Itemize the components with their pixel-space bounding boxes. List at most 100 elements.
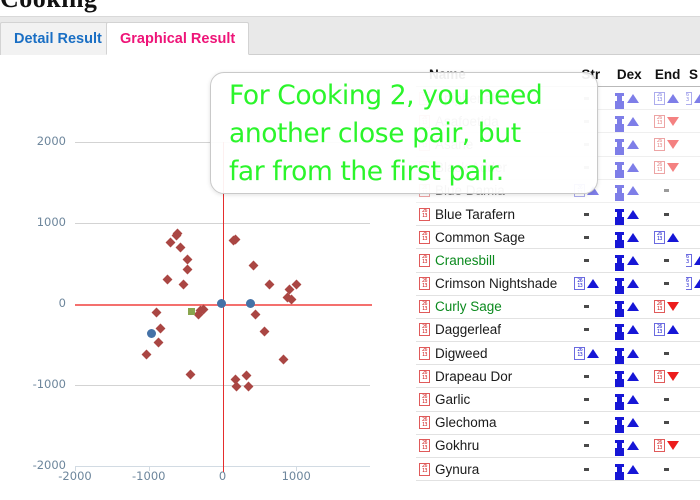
cell-dex[interactable] <box>607 393 647 406</box>
cell-dex[interactable] <box>607 300 647 313</box>
cell-end[interactable] <box>647 467 687 471</box>
cell-name[interactable]: 26 13 Gynura <box>416 462 567 477</box>
cell-extra[interactable]: 2613 <box>686 253 700 267</box>
cell-end[interactable]: 26 13 <box>647 300 687 314</box>
cell-dex[interactable] <box>607 184 647 197</box>
cell-end[interactable] <box>647 189 687 193</box>
cell-end[interactable]: 26 13 <box>647 439 687 453</box>
cell-dex[interactable] <box>607 463 647 476</box>
data-point-herb[interactable] <box>182 265 193 275</box>
cell-dex[interactable] <box>607 115 647 128</box>
cell-str[interactable] <box>567 421 607 425</box>
cell-str[interactable] <box>567 374 607 378</box>
cell-name[interactable]: 26 13 Glechoma <box>416 415 567 430</box>
data-point-herb[interactable] <box>278 354 289 365</box>
table-row[interactable]: 26 13 Blue Tarafern <box>416 203 700 227</box>
cell-str[interactable] <box>567 235 607 239</box>
cell-dex[interactable] <box>607 323 647 336</box>
cell-dex[interactable] <box>607 439 647 452</box>
table-row[interactable]: 26 13 Common Sage 26 13 <box>416 226 700 250</box>
cell-end[interactable]: 26 13 <box>647 114 687 128</box>
column-header-dex[interactable]: Dex <box>610 67 648 82</box>
cell-end[interactable]: 26 13 <box>647 230 687 244</box>
column-header-extra[interactable]: S <box>687 67 700 82</box>
table-row[interactable]: 26 13 Glechoma <box>416 412 700 435</box>
cell-str[interactable]: 2613 <box>567 277 607 291</box>
data-point-herb[interactable] <box>182 254 193 264</box>
table-row[interactable]: 26 13 Garlic <box>416 388 700 412</box>
column-header-end[interactable]: End <box>648 67 686 82</box>
cell-dex[interactable] <box>607 254 647 267</box>
table-row[interactable]: 26 13 Drapeau Dor 26 13 <box>416 365 700 389</box>
cell-dex[interactable] <box>607 92 647 105</box>
data-point-herb[interactable] <box>250 309 261 320</box>
table-row[interactable]: 26 13 Gynura <box>416 458 700 482</box>
cell-name[interactable]: 26 13 Digweed <box>416 346 567 361</box>
cell-end[interactable]: 26 13 <box>647 137 687 151</box>
cell-dex[interactable] <box>607 208 647 221</box>
cell-str[interactable] <box>567 258 607 262</box>
cell-dex[interactable] <box>607 370 647 383</box>
data-point-herb[interactable] <box>259 326 270 337</box>
cell-end[interactable] <box>647 351 687 355</box>
cell-str[interactable] <box>567 212 607 216</box>
data-point-herb[interactable] <box>141 349 152 360</box>
cell-name[interactable]: 26 13 Drapeau Dor <box>416 369 567 384</box>
cell-name[interactable]: 26 13 Blue Tarafern <box>416 207 567 222</box>
cell-dex[interactable] <box>607 138 647 151</box>
cell-end[interactable] <box>647 212 687 216</box>
cell-name[interactable]: 26 13 Curly Sage <box>416 299 567 314</box>
cell-name[interactable]: 26 13 Gokhru <box>416 438 567 453</box>
data-point-herb[interactable] <box>155 323 166 334</box>
data-point-herb[interactable] <box>185 369 196 380</box>
cell-dex[interactable] <box>607 347 647 360</box>
table-row[interactable]: 2613 Cranesbill 2613 <box>416 249 700 273</box>
cell-str[interactable] <box>567 305 607 309</box>
cell-str[interactable] <box>567 398 607 402</box>
cell-str[interactable] <box>567 467 607 471</box>
table-row[interactable]: 2613 Crimson Nightshade 2613 2613 <box>416 273 700 296</box>
data-point-herb[interactable] <box>162 274 173 285</box>
cell-name[interactable]: 26 13 Crimson Nightshade <box>416 276 567 291</box>
cell-str[interactable] <box>567 444 607 448</box>
tab-graphical-result[interactable]: Graphical Result <box>106 22 250 55</box>
cell-name[interactable]: 26 13 Garlic <box>416 392 567 407</box>
data-point-herb[interactable] <box>243 381 254 392</box>
cell-dex[interactable] <box>607 416 647 429</box>
tab-detail-result[interactable]: Detail Result <box>0 22 116 55</box>
cell-dex[interactable] <box>607 231 647 244</box>
cell-end[interactable]: 26 13 <box>647 161 687 175</box>
data-point-herb[interactable] <box>248 260 259 271</box>
table-row[interactable]: 26 13 Daggerleaf 26 13 <box>416 319 700 343</box>
data-point-plain[interactable] <box>245 298 255 308</box>
data-point-herb[interactable] <box>231 381 242 392</box>
data-point-herb[interactable] <box>178 279 189 290</box>
cell-name[interactable]: 26 13 Cranesbill <box>416 253 567 268</box>
table-row[interactable]: 26 13 Digweed 26 13 <box>416 342 700 366</box>
table-row[interactable]: 26 13 Gokhru 26 13 <box>416 435 700 458</box>
cell-end[interactable]: 26 13 <box>647 369 687 383</box>
cell-dex[interactable] <box>607 161 647 174</box>
cell-dex[interactable] <box>607 277 647 290</box>
cell-str[interactable] <box>567 328 607 332</box>
cell-extra[interactable]: 2613 <box>686 91 700 105</box>
data-point-herb[interactable] <box>241 370 252 381</box>
cell-name[interactable]: 26 13 Daggerleaf <box>416 322 567 337</box>
cell-name[interactable]: 26 13 Common Sage <box>416 230 567 245</box>
data-point-herb[interactable] <box>264 279 275 290</box>
data-point-special[interactable] <box>188 307 196 315</box>
cell-end[interactable] <box>647 421 687 425</box>
cell-end[interactable] <box>647 258 687 262</box>
cell-end[interactable] <box>647 282 687 286</box>
cell-str[interactable]: 2613 <box>567 346 607 360</box>
data-point-herb[interactable] <box>153 337 164 348</box>
cell-end[interactable]: 26 13 <box>647 323 687 337</box>
data-point-plain[interactable] <box>147 328 157 338</box>
data-point-herb[interactable] <box>175 242 186 253</box>
cell-end[interactable]: 26 13 <box>647 91 687 105</box>
data-point-herb[interactable] <box>151 307 162 318</box>
cell-end[interactable] <box>647 398 687 402</box>
cell-extra[interactable]: 2613 <box>686 277 700 291</box>
table-row[interactable]: 26 13 Curly Sage 26 13 <box>416 296 700 319</box>
data-point-plain[interactable] <box>216 298 226 308</box>
